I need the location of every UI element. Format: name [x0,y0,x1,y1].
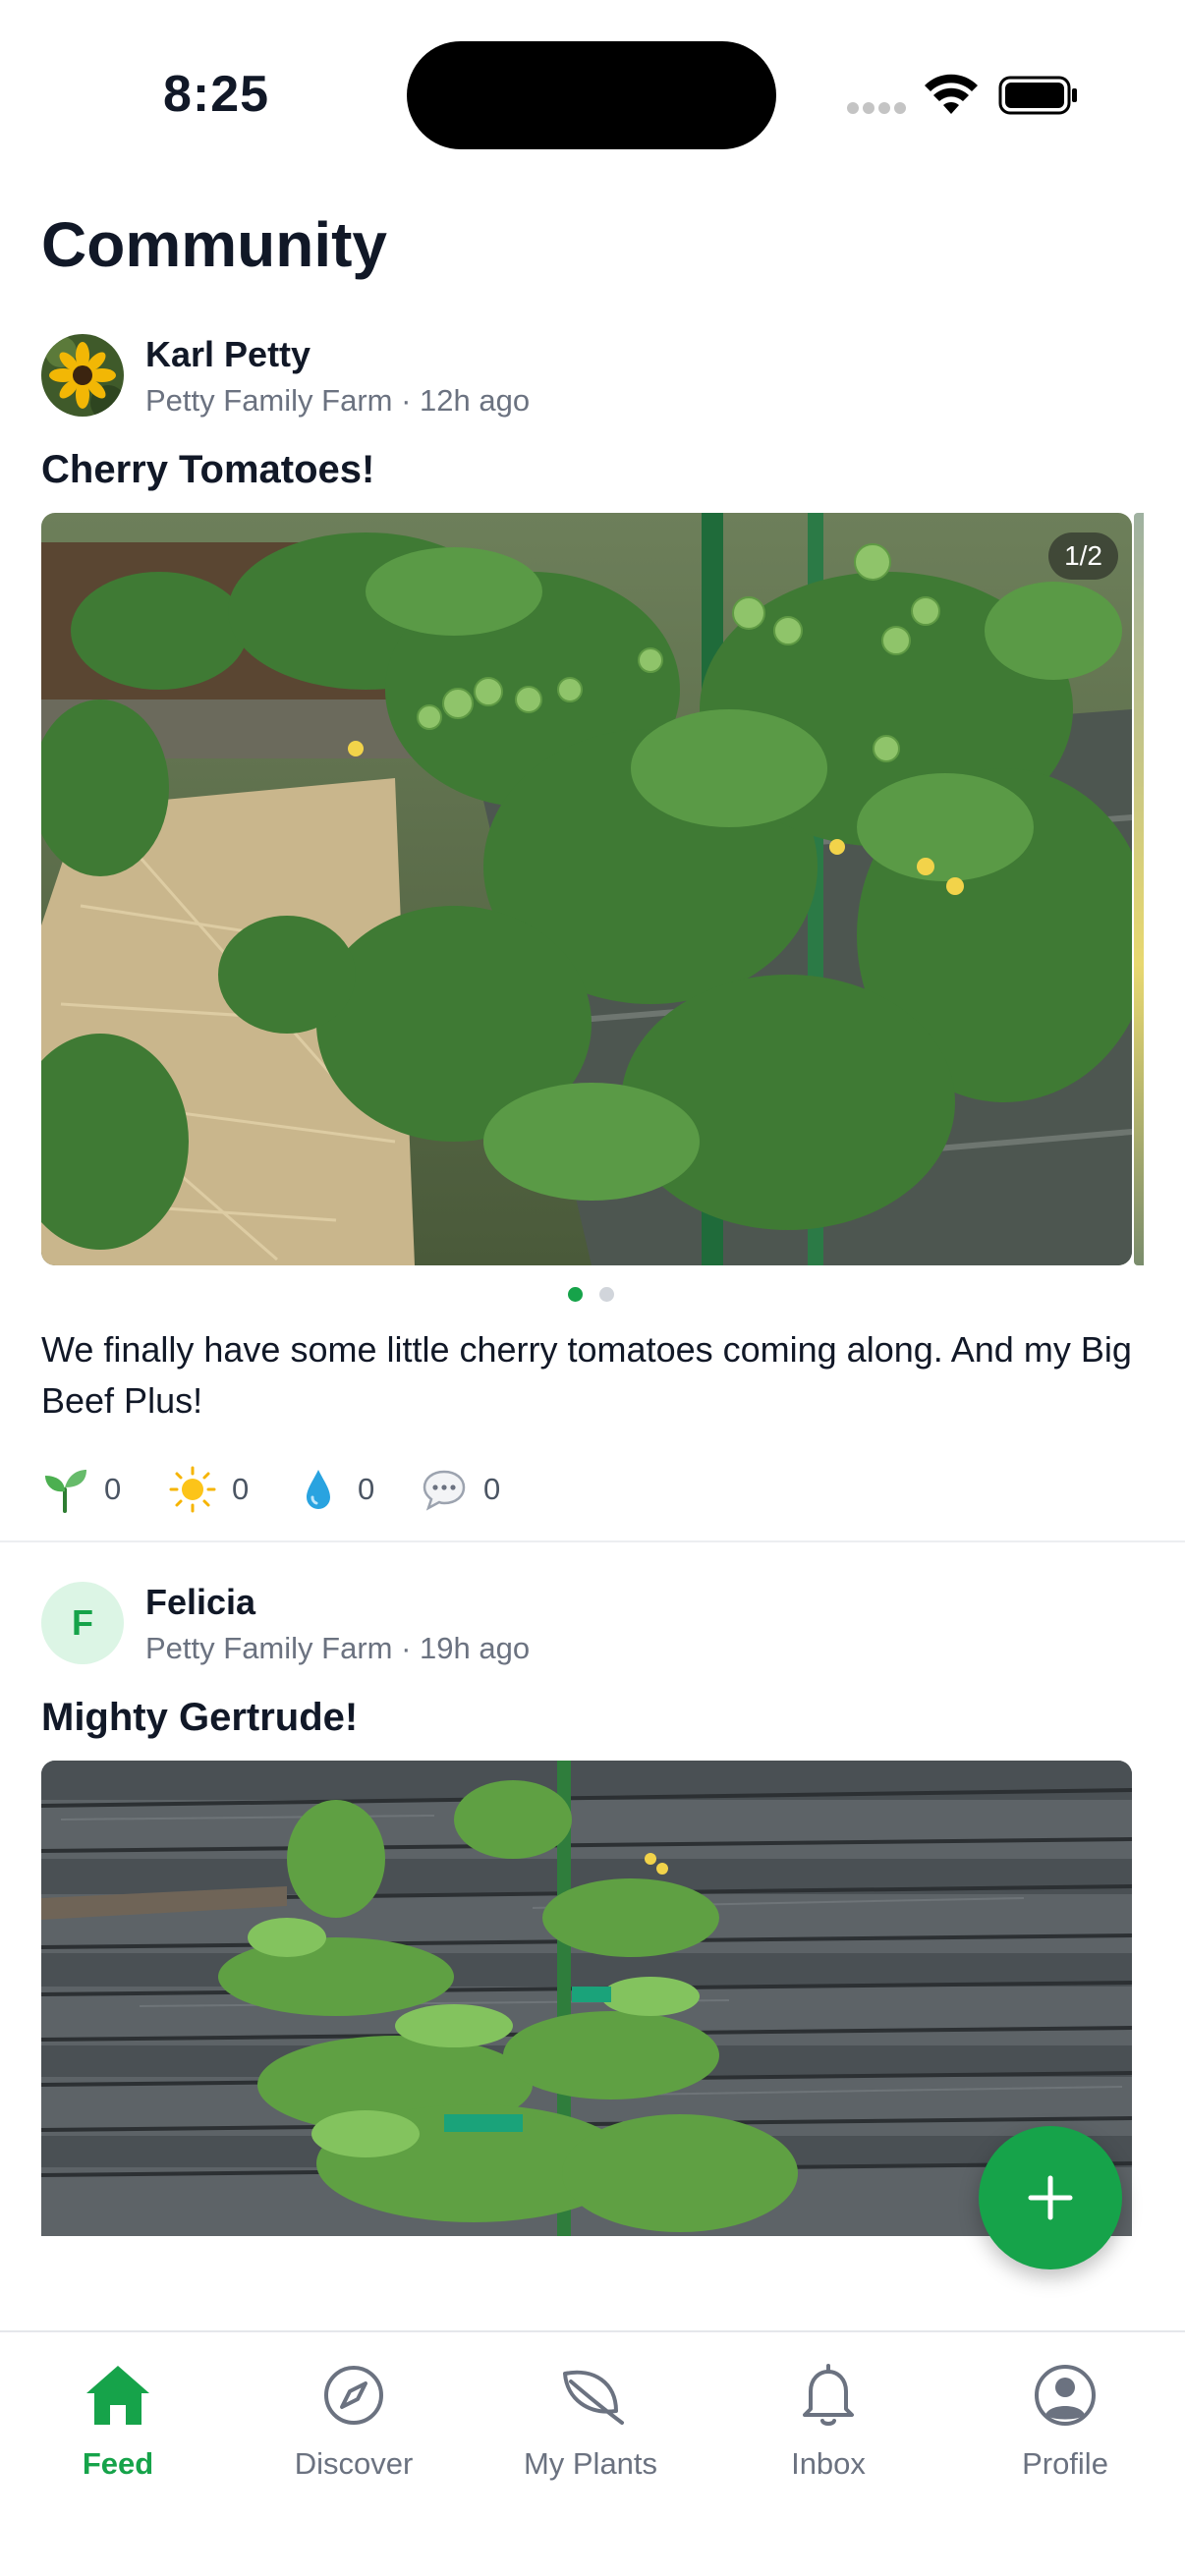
tab-profile[interactable]: Profile [977,2354,1154,2492]
water-reaction-button[interactable]: 0 [295,1460,374,1519]
post-title[interactable]: Cherry Tomatoes! [41,448,374,492]
sun-icon [169,1466,216,1513]
image-counter-badge: 1/2 [1048,532,1118,580]
plus-icon [1028,2175,1073,2220]
page-dot[interactable] [599,1287,614,1302]
author-avatar[interactable]: F [41,1582,124,1664]
dynamic-island [407,41,776,149]
post-body: We finally have some little cherry tomat… [41,1329,1132,1421]
battery-icon [998,76,1077,115]
tab-label: Inbox [791,2446,866,2481]
tab-label: Discover [294,2446,414,2481]
post-photo[interactable] [41,1761,1132,2236]
sprout-icon [41,1466,88,1513]
leaf-icon [563,2370,624,2425]
post-photo-carousel[interactable]: 1/2 [41,513,1132,1265]
water-count: 0 [358,1472,375,1506]
next-photo-peek[interactable] [1134,513,1144,1265]
bell-icon [803,2364,854,2426]
tab-my-plants[interactable]: My Plants [502,2354,679,2492]
tab-label: Profile [1022,2446,1108,2481]
sprout-count: 0 [104,1472,122,1506]
cellular-signal-icon [847,102,908,116]
sun-count: 0 [232,1472,250,1506]
reaction-bar: 0 0 0 0 [41,1460,827,1519]
new-post-button[interactable] [979,2126,1122,2269]
speech-bubble-icon [421,1466,468,1513]
carousel-page-indicator[interactable] [568,1287,617,1303]
comment-count: 0 [483,1472,501,1506]
water-drop-icon [295,1466,342,1513]
post-meta: Petty Family Farm · 19h ago [145,1631,531,1665]
compass-icon [324,2366,383,2425]
status-bar: 8:25 [0,0,1185,149]
author-name[interactable]: Karl Petty [145,334,310,375]
wifi-icon [925,74,978,114]
tab-label: My Plants [523,2446,658,2481]
page-dot-active[interactable] [568,1287,583,1302]
page-title: Community [41,209,387,280]
author-avatar[interactable] [41,334,124,417]
tab-discover[interactable]: Discover [265,2354,442,2492]
user-circle-icon [1035,2365,1096,2426]
post-meta: Petty Family Farm · 12h ago [145,383,531,418]
tab-feed[interactable]: Feed [29,2354,206,2492]
sprout-reaction-button[interactable]: 0 [41,1460,121,1519]
comment-button[interactable]: 0 [421,1460,500,1519]
status-time: 8:25 [163,66,270,123]
post-title[interactable]: Mighty Gertrude! [41,1696,358,1740]
feed-post[interactable]: Karl Petty Petty Family Farm · 12h ago C… [0,330,1185,1542]
bottom-tab-bar: Feed Discover My Plants Inbox Profile [0,2330,1185,2576]
home-icon [86,2366,149,2425]
tab-inbox[interactable]: Inbox [740,2354,917,2492]
sun-reaction-button[interactable]: 0 [169,1460,249,1519]
author-name[interactable]: Felicia [145,1582,255,1623]
tab-label: Feed [82,2446,154,2481]
